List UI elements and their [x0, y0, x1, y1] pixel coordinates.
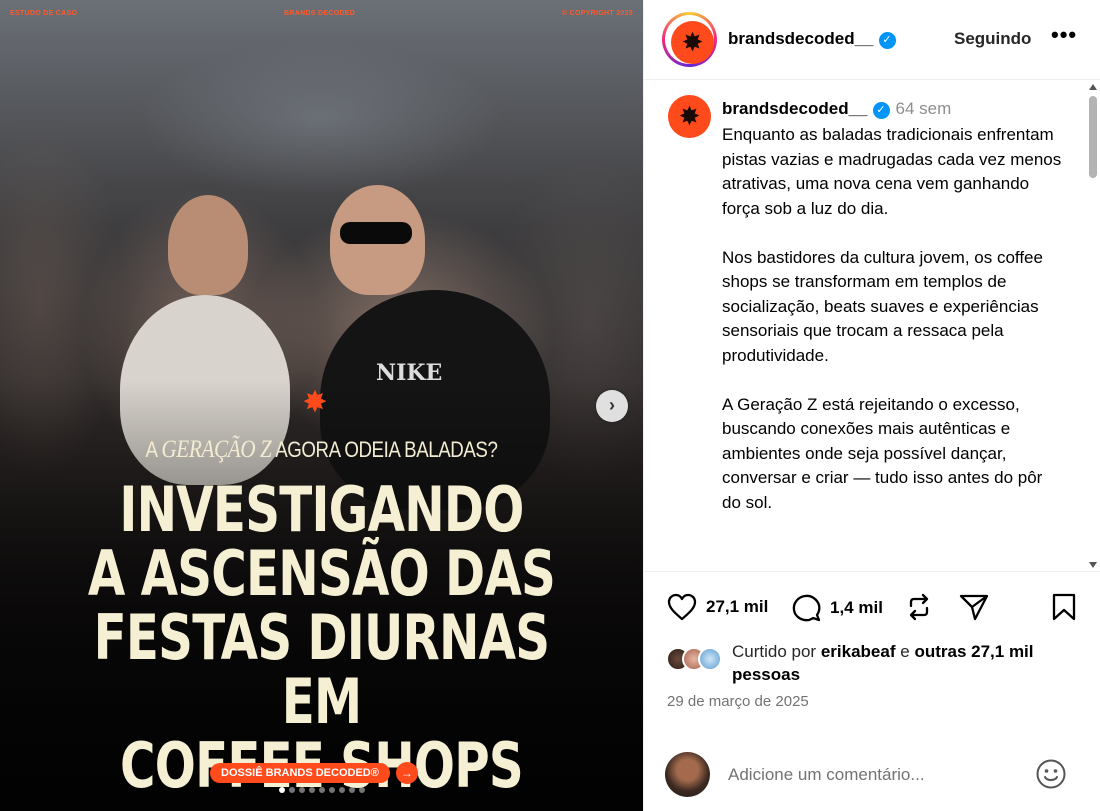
- comment-icon[interactable]: [790, 592, 822, 624]
- caption-paragraph: A Geração Z está rejeitando o excesso, b…: [722, 394, 1043, 512]
- liker-avatar[interactable]: [698, 647, 722, 671]
- caption-header: brandsdecoded__ ✓ 64 sem: [722, 99, 951, 119]
- caption-paragraph: Enquanto as baladas tradicionais enfrent…: [722, 125, 1062, 218]
- more-options-icon[interactable]: •••: [1051, 22, 1077, 48]
- liked-by-connector: e: [900, 642, 910, 661]
- carousel-dot: [328, 787, 335, 793]
- carousel-dot: [308, 787, 315, 793]
- comment-input[interactable]: Adicione um comentário...: [728, 765, 925, 785]
- caption-scrollbar[interactable]: [1088, 84, 1098, 568]
- profile-avatar[interactable]: ✸: [662, 12, 717, 67]
- carousel-dot: [278, 787, 285, 793]
- emoji-icon[interactable]: [1035, 758, 1067, 790]
- header-username-text[interactable]: brandsdecoded__: [728, 29, 874, 48]
- verified-badge-icon: ✓: [872, 102, 890, 119]
- repost-action[interactable]: [904, 592, 934, 622]
- top-label-center: BRANDS DECODED: [284, 10, 356, 17]
- likes-text: Curtido por erikabeaf e outras 27,1 mil …: [732, 640, 1082, 686]
- save-action[interactable]: [1051, 592, 1077, 622]
- comment-action[interactable]: 1,4 mil: [790, 592, 883, 624]
- like-count[interactable]: 27,1 mil: [706, 597, 768, 617]
- liked-by-user[interactable]: erikabeaf: [821, 642, 896, 661]
- media-top-labels: ESTUDO DE CASO BRANDS DECODED © COPYRIGH…: [0, 10, 643, 17]
- post-age[interactable]: 64 sem: [896, 99, 952, 118]
- carousel-dot: [338, 787, 345, 793]
- post-media[interactable]: NIKE ESTUDO DE CASO BRANDS DECODED © COP…: [0, 0, 643, 811]
- carousel-dot: [288, 787, 295, 793]
- headline-line: INVESTIGANDO: [119, 473, 524, 546]
- caption-username[interactable]: brandsdecoded__: [722, 99, 868, 118]
- kicker-emphasis: GERAÇÃO Z: [161, 436, 272, 463]
- repost-icon[interactable]: [904, 592, 934, 622]
- carousel-dot: [318, 787, 325, 793]
- caption-area[interactable]: ✸ brandsdecoded__ ✓ 64 sem Enquanto as bal…: [644, 81, 1100, 570]
- arrow-right-icon: →: [395, 762, 418, 784]
- headline-line: A ASCENSÃO DAS: [87, 537, 556, 610]
- carousel-next-button[interactable]: ›: [596, 390, 628, 422]
- post-panel: ✸ brandsdecoded__ ✓ Seguindo ••• ✸ brands…: [643, 0, 1100, 811]
- action-bar: 27,1 mil 1,4 mil: [644, 571, 1100, 641]
- caption-avatar[interactable]: ✸: [668, 95, 711, 138]
- liked-by-prefix: Curtido por: [732, 642, 817, 661]
- share-icon[interactable]: [958, 592, 990, 622]
- carousel-dot: [348, 787, 355, 793]
- carousel-dot: [358, 787, 365, 793]
- share-action[interactable]: [958, 592, 990, 622]
- bookmark-icon[interactable]: [1051, 592, 1077, 622]
- kicker-pre: A: [145, 437, 157, 462]
- scroll-up-icon[interactable]: [1089, 84, 1097, 90]
- current-user-avatar: [665, 752, 710, 797]
- carousel-dots: [0, 787, 643, 793]
- following-button[interactable]: Seguindo: [954, 29, 1031, 49]
- person-left-head: [168, 195, 248, 295]
- comment-composer: Adicione um comentário...: [644, 740, 1100, 811]
- liker-avatars[interactable]: [666, 647, 726, 671]
- carousel-dot: [298, 787, 305, 793]
- sunglasses: [340, 222, 412, 244]
- top-label-left: ESTUDO DE CASO: [10, 10, 78, 17]
- media-kicker: A GERAÇÃO Z AGORA ODEIA BALADAS?: [48, 436, 595, 464]
- scroll-thumb[interactable]: [1089, 96, 1097, 178]
- like-action[interactable]: 27,1 mil: [666, 592, 768, 622]
- caption-paragraph: Nos bastidores da cultura jovem, os coff…: [722, 247, 1043, 365]
- post-header: ✸ brandsdecoded__ ✓ Seguindo •••: [644, 0, 1100, 80]
- header-username[interactable]: brandsdecoded__ ✓: [728, 29, 896, 49]
- dossie-cta: DOSSIÊ BRANDS DECODED® →: [210, 762, 418, 784]
- post-date[interactable]: 29 de março de 2025: [667, 693, 809, 710]
- caption-text: Enquanto as baladas tradicionais enfrent…: [722, 123, 1062, 540]
- brand-logo-icon: ✸: [671, 21, 714, 64]
- kicker-post: AGORA ODEIA BALADAS?: [275, 437, 498, 462]
- starburst-icon: ✸: [302, 386, 328, 419]
- scroll-down-icon[interactable]: [1089, 562, 1097, 568]
- media-headline: INVESTIGANDO A ASCENSÃO DAS FESTAS DIURN…: [0, 478, 643, 798]
- headline-line: FESTAS DIURNAS EM: [93, 601, 550, 738]
- comment-count[interactable]: 1,4 mil: [830, 598, 883, 618]
- dossie-pill: DOSSIÊ BRANDS DECODED®: [210, 763, 390, 783]
- heart-icon[interactable]: [666, 592, 698, 622]
- verified-badge-icon: ✓: [878, 32, 896, 49]
- top-label-right: © COPYRIGHT 2025: [561, 10, 633, 17]
